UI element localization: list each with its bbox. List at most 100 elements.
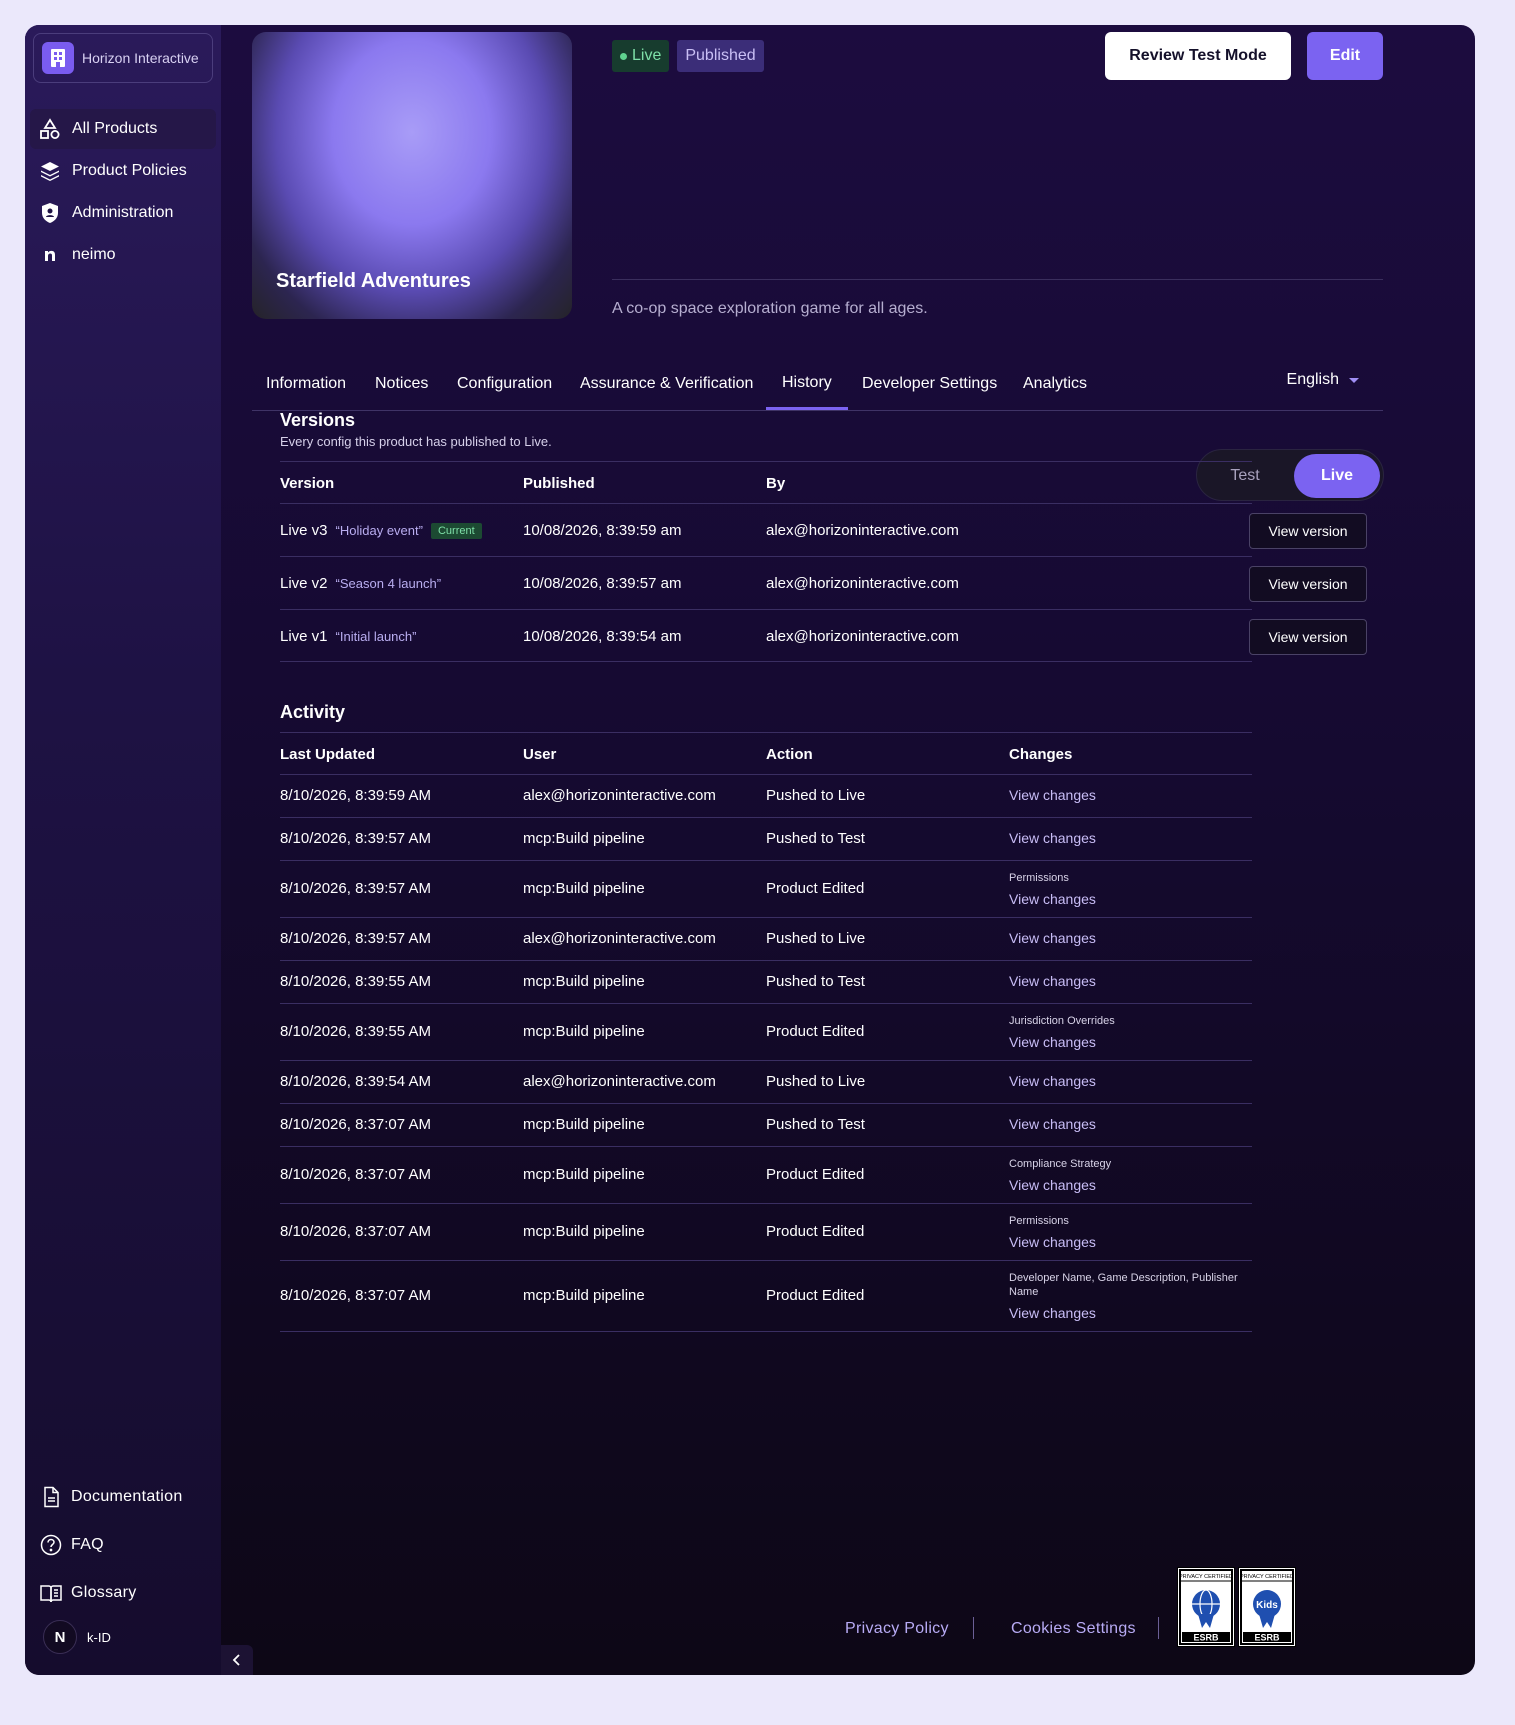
esrb-privacy-seal-icon[interactable]: PRIVACY CERTIFIED ESRB bbox=[1177, 1567, 1235, 1647]
last-updated-cell: 8/10/2026, 8:37:07 AM bbox=[280, 1287, 431, 1304]
privacy-policy-link[interactable]: Privacy Policy bbox=[845, 1620, 949, 1638]
user-cell: mcp:Build pipeline bbox=[523, 830, 645, 847]
divider bbox=[280, 1331, 1252, 1332]
version-tag: “Season 4 launch” bbox=[335, 576, 442, 591]
seal-kids-text: Kids bbox=[1256, 1600, 1278, 1611]
tab-notices[interactable]: Notices bbox=[375, 358, 428, 410]
view-changes-link[interactable]: View changes bbox=[1009, 973, 1096, 989]
view-changes-link[interactable]: View changes bbox=[1009, 1305, 1096, 1321]
view-version-button[interactable]: View version bbox=[1249, 619, 1367, 655]
product-title: Starfield Adventures bbox=[276, 270, 471, 292]
product-description: A co-op space exploration game for all a… bbox=[612, 300, 928, 317]
sidebar: Horizon Interactive All Products Product… bbox=[25, 25, 221, 1675]
tab-developer-settings[interactable]: Developer Settings bbox=[862, 358, 997, 410]
current-badge: Current bbox=[430, 523, 482, 539]
divider bbox=[280, 732, 1252, 733]
divider bbox=[280, 503, 1252, 504]
col-header-action: Action bbox=[766, 746, 813, 763]
view-changes-link[interactable]: View changes bbox=[1009, 1034, 1096, 1050]
nav-item-faq[interactable]: FAQ bbox=[39, 1521, 183, 1569]
view-changes-link[interactable]: View changes bbox=[1009, 1177, 1096, 1193]
by-cell: alex@horizoninteractive.com bbox=[766, 575, 959, 592]
status-badge-published: Published bbox=[677, 40, 764, 72]
view-changes-link[interactable]: View changes bbox=[1009, 930, 1096, 946]
status-badge-live: Live bbox=[612, 40, 670, 72]
avatar: N bbox=[43, 1620, 77, 1654]
user-cell: mcp:Build pipeline bbox=[523, 880, 645, 897]
version-cell: Live v3 “Holiday event” Current bbox=[280, 522, 482, 539]
divider bbox=[280, 1103, 1252, 1104]
last-updated-cell: 8/10/2026, 8:37:07 AM bbox=[280, 1166, 431, 1183]
user-cell: mcp:Build pipeline bbox=[523, 973, 645, 990]
col-header-last-updated: Last Updated bbox=[280, 746, 376, 763]
action-cell: Pushed to Live bbox=[766, 930, 866, 947]
by-cell: alex@horizoninteractive.com bbox=[766, 628, 959, 645]
version-cell: Live v2 “Season 4 launch” bbox=[280, 575, 441, 592]
nav-item-all-products[interactable]: All Products bbox=[30, 109, 216, 149]
language-select[interactable]: English bbox=[1287, 358, 1359, 402]
action-cell: Product Edited bbox=[766, 1223, 865, 1240]
divider bbox=[280, 556, 1252, 557]
view-changes-link[interactable]: View changes bbox=[1009, 1234, 1096, 1250]
nav-item-administration[interactable]: Administration bbox=[30, 193, 216, 233]
divider bbox=[280, 817, 1252, 818]
divider bbox=[280, 609, 1252, 610]
tab-analytics[interactable]: Analytics bbox=[1023, 358, 1087, 410]
esrb-kids-privacy-seal-icon[interactable]: PRIVACY CERTIFIED Kids ESRB bbox=[1238, 1567, 1296, 1647]
last-updated-cell: 8/10/2026, 8:39:57 AM bbox=[280, 830, 431, 847]
col-header-user: User bbox=[523, 746, 557, 763]
activity-title: Activity bbox=[280, 702, 346, 722]
tab-assurance-verification[interactable]: Assurance & Verification bbox=[580, 358, 753, 410]
tab-information[interactable]: Information bbox=[266, 358, 346, 410]
last-updated-cell: 8/10/2026, 8:39:57 AM bbox=[280, 880, 431, 897]
version-cell: Live v1 “Initial launch” bbox=[280, 628, 416, 645]
nav-label: Administration bbox=[72, 204, 174, 221]
divider bbox=[280, 461, 1252, 462]
n-icon bbox=[38, 243, 62, 267]
kid-brand[interactable]: N k-ID bbox=[43, 1620, 111, 1654]
divider bbox=[280, 1003, 1252, 1004]
changes-category: Compliance Strategy bbox=[1009, 1158, 1112, 1170]
tab-history[interactable]: History bbox=[766, 358, 848, 410]
view-version-button[interactable]: View version bbox=[1249, 513, 1367, 549]
action-cell: Pushed to Live bbox=[766, 787, 866, 804]
nav-item-neimo[interactable]: neimo bbox=[30, 235, 216, 275]
nav-item-product-policies[interactable]: Product Policies bbox=[30, 151, 216, 191]
view-changes-link[interactable]: View changes bbox=[1009, 891, 1096, 907]
view-changes-link[interactable]: View changes bbox=[1009, 1073, 1096, 1089]
divider bbox=[280, 1146, 1252, 1147]
tab-bar: Information Notices Configuration Assura… bbox=[252, 358, 1383, 411]
versions-title: Versions bbox=[280, 410, 356, 430]
review-test-mode-button[interactable]: Review Test Mode bbox=[1105, 32, 1291, 80]
by-cell: alex@horizoninteractive.com bbox=[766, 522, 959, 539]
view-version-button[interactable]: View version bbox=[1249, 566, 1367, 602]
user-cell: mcp:Build pipeline bbox=[523, 1223, 645, 1240]
nav-item-documentation[interactable]: Documentation bbox=[39, 1473, 183, 1521]
environment-toggle: Test Live bbox=[1196, 449, 1384, 501]
nav-item-glossary[interactable]: Glossary bbox=[39, 1569, 183, 1617]
cookies-settings-link[interactable]: Cookies Settings bbox=[1011, 1620, 1136, 1638]
bottom-nav: Documentation FAQ Glossary bbox=[39, 1473, 183, 1617]
divider bbox=[280, 1260, 1252, 1261]
shield-icon bbox=[38, 201, 62, 225]
edit-button[interactable]: Edit bbox=[1307, 32, 1383, 80]
status-live-label: Live bbox=[632, 47, 662, 64]
published-cell: 10/08/2026, 8:39:59 am bbox=[523, 522, 682, 539]
view-changes-link[interactable]: View changes bbox=[1009, 787, 1096, 803]
divider bbox=[280, 860, 1252, 861]
versions-subtitle: Every config this product has published … bbox=[280, 434, 552, 449]
language-label: English bbox=[1286, 371, 1339, 388]
changes-category: Permissions bbox=[1009, 1215, 1069, 1227]
seal-top-text: PRIVACY CERTIFIED bbox=[1240, 1574, 1294, 1580]
view-changes-link[interactable]: View changes bbox=[1009, 830, 1096, 846]
footer-separator bbox=[973, 1617, 974, 1639]
action-cell: Product Edited bbox=[766, 880, 865, 897]
collapse-sidebar-button[interactable] bbox=[221, 1645, 253, 1675]
action-cell: Pushed to Test bbox=[766, 830, 865, 847]
seal-top-text: PRIVACY CERTIFIED bbox=[1179, 1574, 1233, 1580]
org-switcher[interactable]: Horizon Interactive bbox=[33, 33, 213, 83]
toggle-live[interactable]: Live bbox=[1294, 454, 1380, 498]
tab-configuration[interactable]: Configuration bbox=[457, 358, 552, 410]
book-icon bbox=[39, 1581, 63, 1605]
view-changes-link[interactable]: View changes bbox=[1009, 1116, 1096, 1132]
